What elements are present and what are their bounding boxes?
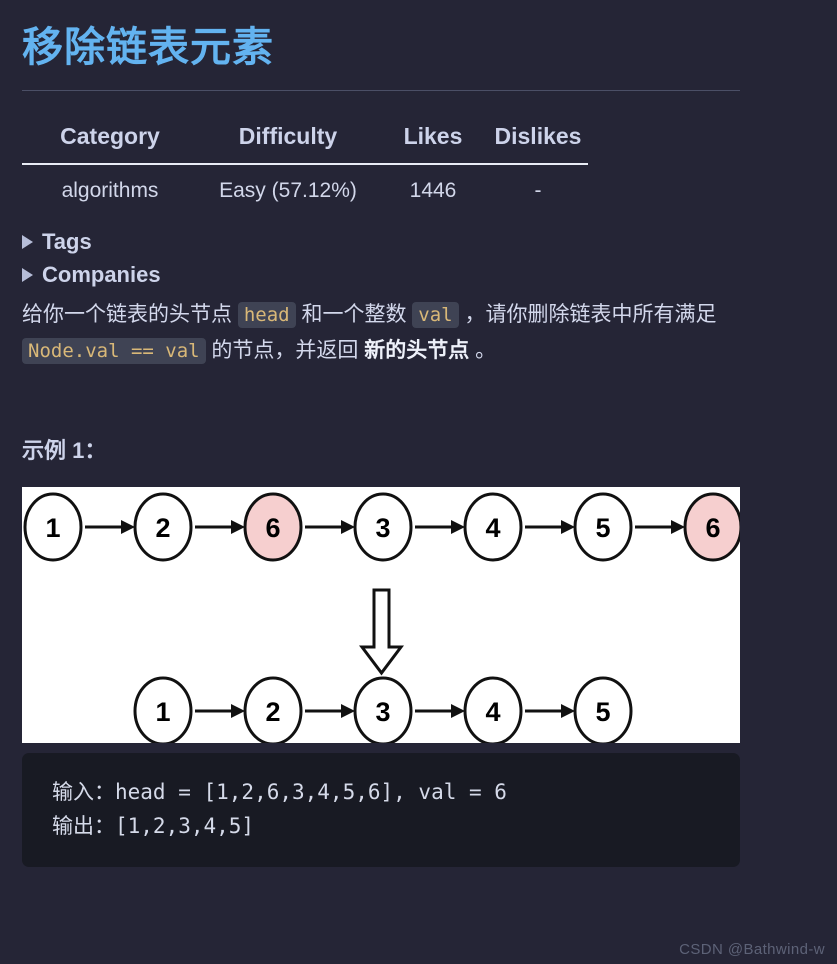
- diagram-arrow-head: [231, 704, 245, 719]
- top-row-node-label: 3: [375, 513, 390, 543]
- top-row-node-label: 6: [705, 513, 720, 543]
- watermark: CSDN @Bathwind-w: [679, 941, 825, 958]
- collapsible-companies[interactable]: Companies: [22, 264, 815, 286]
- desc-segment-5: 。: [469, 339, 497, 363]
- bottom-row-node-label: 4: [485, 697, 500, 727]
- diagram-arrow-head: [451, 704, 465, 719]
- column-header-category: Category: [22, 109, 198, 166]
- diagram-arrow-head: [561, 520, 575, 535]
- linked-list-diagram: 1 2 6 3 4 5 6 1 2 3 4 5: [22, 487, 740, 744]
- inline-code-condition: Node.val == val: [22, 338, 206, 365]
- desc-segment-3: ，请你删除链表中所有满足: [458, 303, 717, 327]
- top-row-node-label: 5: [595, 513, 610, 543]
- example-heading: 示例 1：: [22, 438, 107, 464]
- cell-dislikes: -: [534, 179, 542, 203]
- title-divider: [22, 90, 740, 92]
- inline-code-val: val: [412, 302, 459, 329]
- column-header-dislikes: Dislikes: [488, 109, 588, 166]
- top-row-node-label: 4: [485, 513, 500, 543]
- inline-code-head: head: [237, 302, 296, 329]
- collapsible-tags[interactable]: Tags: [22, 231, 815, 253]
- diagram-arrow-head: [231, 520, 245, 535]
- table-row: algorithms Easy (57.12%) 1446 -: [22, 164, 588, 213]
- desc-segment-2: 和一个整数: [295, 303, 413, 327]
- collapsible-companies-label: Companies: [42, 262, 161, 288]
- diagram-arrow-head: [121, 520, 135, 535]
- desc-segment-4: 的节点，并返回: [205, 339, 365, 363]
- diagram-top-row: 1 2 6 3 4 5 6: [23, 492, 740, 562]
- diagram-arrow-head: [671, 520, 685, 535]
- bottom-row-node-label: 5: [595, 697, 610, 727]
- problem-description: 给你一个链表的头节点 head 和一个整数 val ，请你删除链表中所有满足 N…: [22, 297, 764, 369]
- cell-category: algorithms: [61, 179, 159, 203]
- desc-segment-1: 给你一个链表的头节点: [22, 303, 238, 327]
- top-row-node-label: 1: [45, 513, 60, 543]
- linked-list-svg: 1 2 6 3 4 5 6 1 2 3 4 5: [23, 492, 740, 744]
- down-arrow-icon: [359, 588, 404, 676]
- diagram-bottom-row: 1 2 3 4 5: [133, 676, 633, 744]
- diagram-arrow-head: [561, 704, 575, 719]
- problem-page: 移除链表元素 Category Difficulty Likes Dislike…: [0, 0, 837, 964]
- example-code-block: 输入：head = [1,2,6,3,4,5,6], val = 6 输出：[1…: [22, 753, 740, 868]
- diagram-arrow-head: [341, 704, 355, 719]
- column-header-likes: Likes: [378, 109, 488, 166]
- desc-emphasis: 新的头节点: [364, 339, 470, 363]
- diagram-arrow-head: [341, 520, 355, 535]
- cell-difficulty: Easy (57.12%): [219, 179, 357, 203]
- cell-likes: 1446: [409, 179, 457, 203]
- problem-meta-table: Category Difficulty Likes Dislikes algor…: [22, 109, 588, 213]
- diagram-arrow-head: [451, 520, 465, 535]
- top-row-node-label: 2: [155, 513, 170, 543]
- triangle-right-icon: [22, 268, 33, 283]
- top-row-node-label: 6: [265, 513, 280, 543]
- column-header-difficulty: Difficulty: [198, 109, 378, 166]
- table-header-row: Category Difficulty Likes Dislikes: [22, 109, 588, 166]
- bottom-row-node-label: 1: [155, 697, 170, 727]
- collapsible-tags-label: Tags: [42, 229, 92, 255]
- collapsible-sections: Tags Companies: [22, 231, 815, 286]
- bottom-row-node-label: 2: [265, 697, 280, 727]
- page-title: 移除链表元素: [22, 24, 274, 70]
- triangle-right-icon: [22, 235, 33, 250]
- bottom-row-node-label: 3: [375, 697, 390, 727]
